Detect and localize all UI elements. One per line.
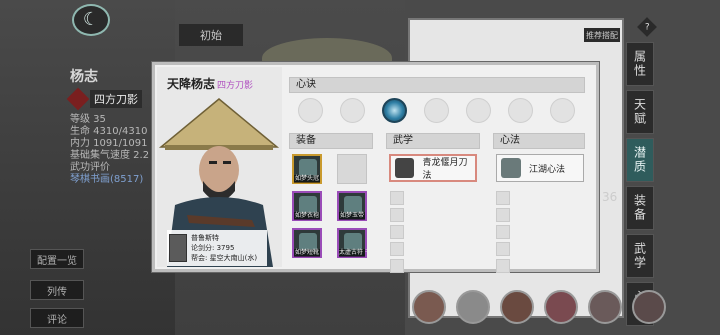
hero-portrait-avatar[interactable] <box>632 290 666 324</box>
equip-item-label: 如梦衣袍 <box>294 212 320 220</box>
method-empty-slot[interactable] <box>496 225 510 239</box>
method-skill-label: 江湖心法 <box>529 164 566 175</box>
equip-slot-item[interactable]: 太虚古符 千机 <box>337 228 377 258</box>
mind-slot-filled[interactable] <box>382 98 407 123</box>
recommend-button[interactable]: 推荐搭配 <box>584 28 620 42</box>
hero-portrait-avatar[interactable] <box>456 290 490 324</box>
side-tab[interactable]: 武学 <box>626 234 654 278</box>
side-tab[interactable]: 潜质 <box>626 138 654 182</box>
martial-skill-card[interactable]: 青龙偃月刀法 <box>389 154 477 182</box>
bg-hero-title-row: 四方刀影 <box>66 87 142 111</box>
equip-item-label: 如梦头冠 <box>294 175 320 183</box>
method-empty-slot[interactable] <box>496 242 510 256</box>
player-info-card: 普鲁斯特 论剑分: 3795 帮会: 星空大南山(水) <box>167 230 267 266</box>
eye-right-shape <box>223 161 231 164</box>
player-score-label: 论剑分: <box>191 244 215 252</box>
mind-section-header: 心诀 <box>289 77 585 93</box>
help-icon-glyph: ? <box>644 22 650 32</box>
title-emblem-icon <box>66 87 90 111</box>
equip-slot-item[interactable]: 如梦头冠 <box>292 154 322 184</box>
player-info-lines: 普鲁斯特 论剑分: 3795 帮会: 星空大南山(水) <box>191 233 257 263</box>
bg-side-button[interactable]: 评论 <box>30 308 84 328</box>
modal-hero-name-row: 天降杨志 四方刀影 <box>167 75 253 92</box>
eye-left-shape <box>209 161 217 164</box>
martial-empty-slot[interactable] <box>390 259 404 273</box>
method-empty-slot[interactable] <box>496 259 510 273</box>
player-guild: 星空大南山(水) <box>209 254 258 262</box>
method-empty-slot[interactable] <box>496 208 510 222</box>
init-tab[interactable]: 初始 <box>179 24 243 46</box>
method-section-header: 心法 <box>493 133 585 149</box>
equip-section-header: 装备 <box>289 133 373 149</box>
mind-slot-empty[interactable] <box>466 98 491 123</box>
martial-section-header: 武学 <box>386 133 480 149</box>
side-tab[interactable]: 天赋 <box>626 90 654 134</box>
equip-item-label: 如梦短靴 <box>294 249 320 257</box>
player-score: 3795 <box>216 244 235 252</box>
player-guild-label: 帮会: <box>191 254 208 262</box>
straw-hat-shape <box>158 98 280 148</box>
modal-hero-title: 四方刀影 <box>217 81 254 91</box>
hero-portrait-avatar[interactable] <box>544 290 578 324</box>
mind-slot-empty[interactable] <box>508 98 533 123</box>
player-name: 普鲁斯特 <box>191 234 219 242</box>
martial-empty-slot[interactable] <box>390 208 404 222</box>
equip-item-label: 太虚古符 千机 <box>339 249 377 257</box>
player-guild-row: 帮会: 星空大南山(水) <box>191 253 257 263</box>
game-logo-icon[interactable]: ☾ <box>72 4 110 36</box>
bg-hero-name: 杨志 <box>70 69 98 85</box>
side-tab[interactable]: 属性 <box>626 42 654 86</box>
equip-slot-item[interactable]: 如梦短靴 <box>292 228 322 258</box>
equip-item-label: 如梦玉带 <box>339 212 365 220</box>
hero-portrait-panel: 天降杨志 四方刀影 普鲁斯特 论剑分: 3795 帮会: 星空大南山(水) <box>157 67 282 267</box>
method-skill-card[interactable]: 江湖心法 <box>496 154 584 182</box>
martial-empty-slot[interactable] <box>390 191 404 205</box>
martial-skill-icon <box>395 158 415 178</box>
method-empty-slot[interactable] <box>496 191 510 205</box>
martial-skill-label: 青龙偃月刀法 <box>422 158 468 181</box>
bg-side-number: 36 <box>602 190 618 204</box>
hero-portrait-avatar[interactable] <box>500 290 534 324</box>
bg-side-button[interactable]: 配置一览 <box>30 249 84 269</box>
bg-stat-line: 琴棋书画(8517) <box>70 174 144 185</box>
bg-side-button[interactable]: 列传 <box>30 280 84 300</box>
bg-hero-title: 四方刀影 <box>90 90 142 108</box>
player-avatar <box>169 234 187 262</box>
hero-portrait-avatar[interactable] <box>588 290 622 324</box>
side-tab[interactable]: 装备 <box>626 186 654 230</box>
equip-slot-empty[interactable] <box>337 154 367 184</box>
player-score-row: 论剑分: 3795 <box>191 243 257 253</box>
mind-slot-empty[interactable] <box>298 98 323 123</box>
hero-detail-modal: 天降杨志 四方刀影 普鲁斯特 论剑分: 3795 帮会: 星空大南山(水) 心诀… <box>152 62 599 273</box>
martial-empty-slot[interactable] <box>390 225 404 239</box>
mind-slot-empty[interactable] <box>340 98 365 123</box>
equip-slot-item[interactable]: 如梦玉带 <box>337 191 367 221</box>
mind-slot-empty[interactable] <box>424 98 449 123</box>
method-skill-icon <box>501 158 521 178</box>
martial-empty-slot[interactable] <box>390 242 404 256</box>
modal-hero-name: 天降杨志 <box>167 77 216 91</box>
mind-slot-empty[interactable] <box>550 98 575 123</box>
hero-portrait-avatar[interactable] <box>412 290 446 324</box>
equip-slot-item[interactable]: 如梦衣袍 <box>292 191 322 221</box>
portrait-row <box>412 290 666 324</box>
